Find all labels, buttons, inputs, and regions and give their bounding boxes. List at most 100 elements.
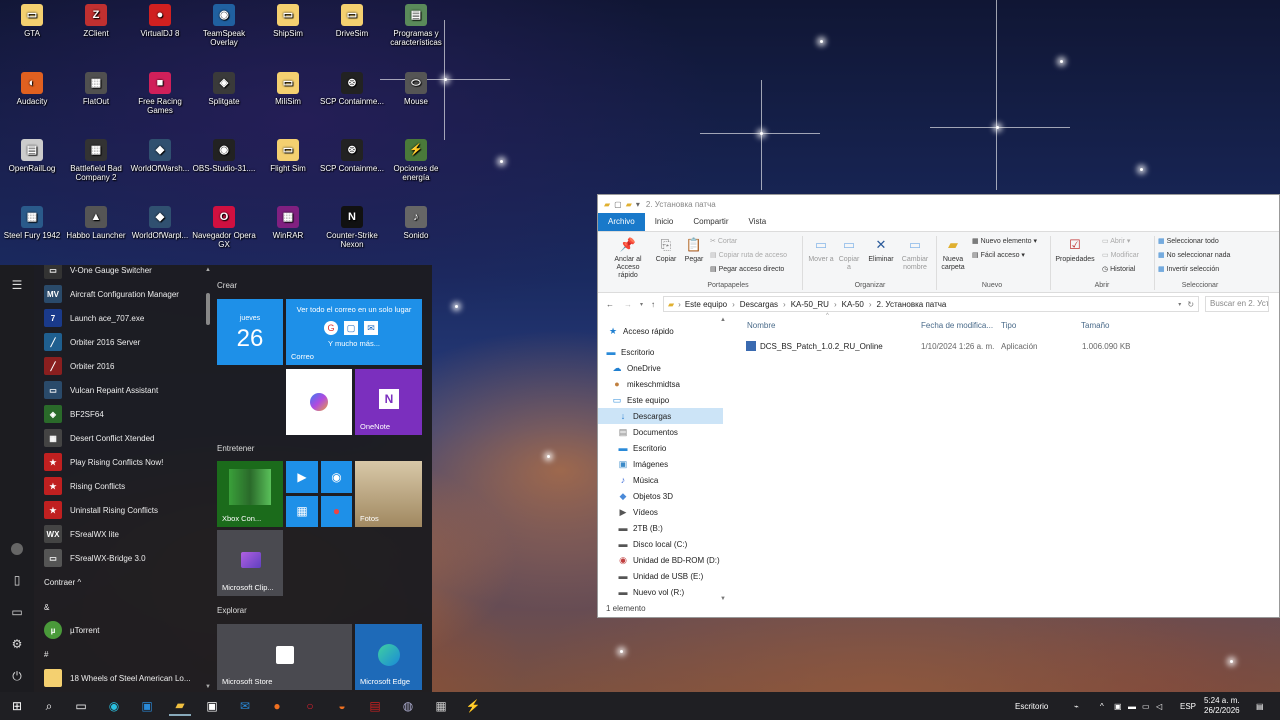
search-input[interactable]: Buscar en 2. Уст...: [1205, 296, 1270, 312]
task-view-icon[interactable]: ▭: [70, 696, 92, 716]
store-icon[interactable]: ▣: [201, 696, 223, 716]
recent-locations-icon[interactable]: ▾: [640, 301, 643, 308]
desktop-toolbar-label[interactable]: Escritorio: [1015, 692, 1048, 720]
app-list-scrollbar[interactable]: ▲ ▼: [205, 265, 212, 692]
app-item[interactable]: ▭ Vulcan Repaint Assistant: [44, 378, 204, 402]
easy-access-dropdown[interactable]: ▤ Fácil acceso ▾: [972, 251, 1025, 259]
desktop-icon[interactable]: ◉ TeamSpeak Overlay: [192, 4, 256, 47]
desktop-icon[interactable]: O Navegador Opera GX: [192, 206, 256, 249]
nav-item[interactable]: ★ Acceso rápido: [598, 323, 723, 339]
nav-item[interactable]: ● mikeschmidtsa: [598, 376, 723, 392]
app-icon[interactable]: ⚡: [462, 696, 484, 716]
breadcrumb-item[interactable]: 2. Установка патча: [877, 300, 947, 309]
tray-app-icon[interactable]: ▬: [1128, 692, 1136, 720]
nav-item[interactable]: ▬ Escritorio: [598, 344, 723, 360]
nav-item[interactable]: ▣ Imágenes: [598, 456, 723, 472]
mail-icon[interactable]: ✉: [234, 696, 256, 716]
language-indicator[interactable]: ESP: [1180, 692, 1196, 720]
hamburger-menu-icon[interactable]: ☰: [9, 278, 25, 294]
desktop-icon[interactable]: ■ Free Racing Games: [128, 72, 192, 115]
breadcrumb-item[interactable]: Este equipo: [685, 300, 727, 309]
section-header-amp[interactable]: &: [44, 595, 204, 619]
calendar-tile[interactable]: jueves 26: [217, 299, 283, 365]
nav-item[interactable]: ▬ Unidad de USB (E:): [598, 568, 723, 584]
history-button[interactable]: ◷ Historial: [1102, 265, 1135, 273]
section-header-hash[interactable]: #: [44, 642, 204, 666]
app-item[interactable]: ◈ BF2SF64: [44, 402, 204, 426]
app-item[interactable]: ★ Rising Conflicts: [44, 474, 204, 498]
nav-item[interactable]: ☁ OneDrive: [598, 360, 723, 376]
pin-quick-access-button[interactable]: 📌 Anclar al Acceso rápido: [606, 236, 650, 280]
new-folder-quick-icon[interactable]: ▰: [626, 200, 632, 209]
collapse-button[interactable]: Contraer ^: [44, 570, 204, 594]
app-item[interactable]: ▭ V-One Gauge Switcher: [44, 265, 204, 282]
search-icon[interactable]: ⌕: [38, 696, 60, 716]
copy-path-button[interactable]: ▤ Copiar ruta de acceso: [710, 251, 787, 259]
desktop-icon[interactable]: ▤ Programas y características: [384, 4, 448, 47]
move-to-button[interactable]: ▭ Mover a: [808, 236, 834, 264]
movies-tile[interactable]: ▶: [286, 461, 318, 493]
desktop-icon[interactable]: ⊛ SCP Containme...: [320, 72, 384, 106]
desktop-icon[interactable]: ◐ Audacity: [0, 72, 64, 106]
desktop-icon[interactable]: ▭ ShipSim: [256, 4, 320, 38]
column-header-name[interactable]: Nombre: [747, 321, 775, 330]
app-item[interactable]: ╱ Orbiter 2016: [44, 354, 204, 378]
up-arrow-icon[interactable]: ↑: [651, 300, 655, 309]
nav-item[interactable]: ↓ Descargas: [598, 408, 723, 424]
nav-item[interactable]: ▤ Documentos: [598, 424, 723, 440]
clock[interactable]: 5:24 a. m. 26/2/2026: [1204, 692, 1240, 720]
desktop-icon[interactable]: ⬭ Mouse: [384, 72, 448, 106]
invert-selection-button[interactable]: ▦ Invertir selección: [1158, 265, 1219, 273]
notifications-icon[interactable]: ▤: [1256, 692, 1264, 720]
tab-archivo[interactable]: Archivo: [598, 213, 645, 231]
nav-item[interactable]: ♪ Música: [598, 472, 723, 488]
scroll-down-arrow-icon[interactable]: ▼: [720, 596, 726, 602]
outlook-icon[interactable]: ▣: [136, 696, 158, 716]
settings-gear-icon[interactable]: ⚙: [9, 637, 25, 653]
paste-shortcut-button[interactable]: ▤ Pegar acceso directo: [710, 265, 784, 273]
firefox-icon[interactable]: ●: [266, 696, 288, 716]
desktop-icon[interactable]: ◆ WorldOfWarsh...: [128, 139, 192, 173]
delete-button[interactable]: ✕ Eliminar: [866, 236, 896, 264]
show-hidden-icons-chevron[interactable]: ^: [1100, 692, 1104, 720]
app-icon[interactable]: ▦: [430, 696, 452, 716]
desktop-icon[interactable]: ▲ Habbo Launcher: [64, 206, 128, 240]
desktop-icon[interactable]: ♪ Sonido: [384, 206, 448, 240]
app-item[interactable]: ▦ Desert Conflict Xtended: [44, 426, 204, 450]
clipchamp-tile[interactable]: Microsoft Clip...: [217, 530, 283, 596]
paste-button[interactable]: 📋 Pegar: [681, 236, 707, 264]
customize-qat-icon[interactable]: ▾: [636, 200, 640, 209]
desktop-icon[interactable]: ▭ Flight Sim: [256, 139, 320, 173]
breadcrumb-item[interactable]: Descargas: [740, 300, 778, 309]
select-all-button[interactable]: ▦ Seleccionar todo: [1158, 237, 1219, 245]
app-item[interactable]: ★ Uninstall Rising Conflicts: [44, 498, 204, 522]
app-item[interactable]: 7 Launch ace_707.exe: [44, 306, 204, 330]
onenote-tile[interactable]: N OneNote: [355, 369, 422, 435]
nav-item[interactable]: ▶ Vídeos: [598, 504, 723, 520]
desktop-icon[interactable]: ◈ Splitgate: [192, 72, 256, 106]
groove-tile[interactable]: ◉: [321, 461, 352, 493]
xbox-tile[interactable]: Xbox Con...: [217, 461, 283, 527]
tab-vista[interactable]: Vista: [739, 213, 777, 231]
desktop-icon[interactable]: ▦ Battlefield Bad Company 2: [64, 139, 128, 182]
desktop-icon[interactable]: ◆ WorldOfWarpl...: [128, 206, 192, 240]
desktop-icon[interactable]: ▦ FlatOut: [64, 72, 128, 106]
nav-item[interactable]: ▭ Este equipo: [598, 392, 723, 408]
desktop-icon[interactable]: ▦ Steel Fury 1942: [0, 206, 64, 240]
edge-icon[interactable]: ◉: [103, 696, 125, 716]
fotos-tile[interactable]: Fotos: [355, 461, 422, 527]
properties-button[interactable]: ☑ Propiedades: [1052, 236, 1098, 264]
scroll-down-arrow-icon[interactable]: ▼: [205, 684, 211, 690]
opera-icon[interactable]: ○: [299, 696, 321, 716]
new-folder-button[interactable]: ▰ Nueva carpeta: [938, 236, 968, 272]
desktop-icon[interactable]: ▭ DriveSim: [320, 4, 384, 38]
desktop-icon[interactable]: ● VirtualDJ 8: [128, 4, 192, 38]
file-explorer-icon[interactable]: ▰: [169, 696, 191, 716]
nav-scrollbar[interactable]: ▲ ▼: [720, 317, 728, 602]
nav-item[interactable]: ▬ 2TB (B:): [598, 520, 723, 536]
desktop-icon[interactable]: ◉ OBS-Studio-31....: [192, 139, 256, 173]
edge-tile[interactable]: Microsoft Edge: [355, 624, 422, 690]
open-dropdown[interactable]: ▭ Abrir ▾: [1102, 237, 1130, 245]
nav-item[interactable]: ◉ Unidad de BD-ROM (D:): [598, 552, 723, 568]
rename-button[interactable]: ▭ Cambiar nombre: [898, 236, 932, 272]
